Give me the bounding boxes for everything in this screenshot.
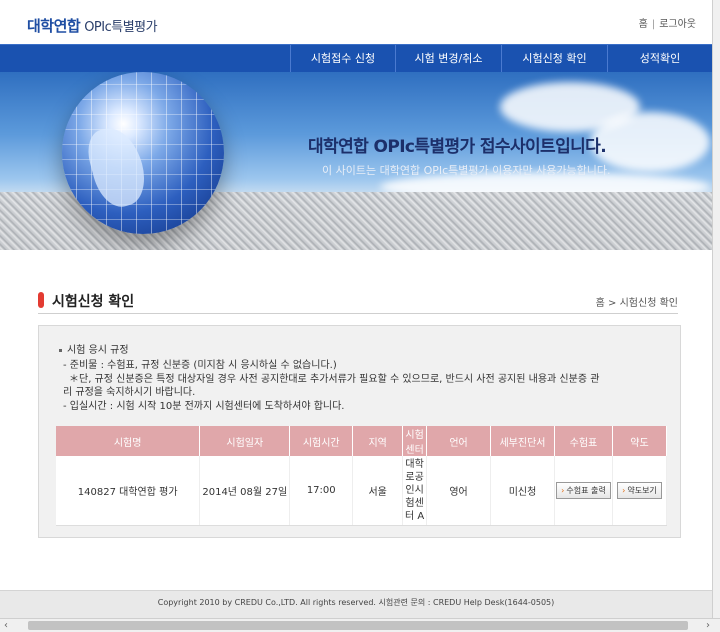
site-logo[interactable]: 대학연합 OPIc특별평가 [27, 15, 158, 36]
col-exam-time: 시험시간 [289, 426, 354, 456]
page: 대학연합 OPIc특별평가 홈 | 로그아웃 시험접수 신청 시험 변경/취소 시험신… [0, 0, 712, 618]
nav-item-confirm[interactable]: 시험신청 확인 [501, 45, 607, 73]
nav-item-apply[interactable]: 시험접수 신청 [290, 45, 395, 73]
print-ticket-button[interactable]: › 수험표 출력 [556, 481, 611, 499]
cell-ticket: › 수험표 출력 [554, 456, 613, 526]
title-marker-icon [38, 292, 44, 308]
col-exam-name: 시험명 [56, 426, 201, 456]
rule-line-1: - 준비물 : 수험표, 규정 신분증 (미지참 시 응시하실 수 없습니다.) [63, 360, 337, 371]
col-ticket: 수험표 [554, 426, 613, 456]
arrow-right-icon: › [622, 485, 626, 495]
col-map: 약도 [612, 426, 668, 456]
cell-exam-date: 2014년 08월 27일 [199, 456, 291, 526]
home-link[interactable]: 홈 [639, 19, 648, 30]
arrow-right-icon: › [561, 485, 565, 495]
globe-image [62, 72, 224, 234]
print-ticket-label: 수험표 출력 [566, 485, 606, 495]
rule-line-4: - 입실시간 : 시험 시작 10분 전까지 시험센터에 도착하셔야 합니다. [63, 401, 345, 412]
nav-item-change-cancel[interactable]: 시험 변경/취소 [395, 45, 501, 73]
cell-region: 서울 [352, 456, 404, 526]
top-header: 대학연합 OPIc특별평가 홈 | 로그아웃 [0, 0, 712, 44]
nav-menu: 시험접수 신청 시험 변경/취소 시험신청 확인 성적확인 [290, 45, 712, 73]
footer: Copyright 2010 by CREDU Co.,LTD. All rig… [0, 590, 712, 618]
logo-main: 대학연합 [27, 17, 81, 35]
cell-map: › 약도보기 [612, 456, 668, 526]
cell-language: 영어 [426, 456, 492, 526]
page-title-row: 시험신청 확인 홈 > 시험신청 확인 [38, 288, 678, 314]
col-diagnosis: 세부진단서 [490, 426, 555, 456]
globe-grid [62, 72, 224, 234]
view-map-button[interactable]: › 약도보기 [617, 481, 662, 499]
col-center: 시험센터 [402, 426, 428, 456]
exam-table: 시험명 시험일자 시험시간 지역 시험센터 언어 세부진단서 수험표 약도 14… [56, 426, 668, 526]
table-header-row: 시험명 시험일자 시험시간 지역 시험센터 언어 세부진단서 수험표 약도 [56, 426, 668, 456]
breadcrumb: 홈 > 시험신청 확인 [595, 298, 678, 309]
cell-exam-name: 140827 대학연합 평가 [56, 456, 201, 526]
col-exam-date: 시험일자 [199, 426, 291, 456]
rule-line-2: ＊단, 규정 신분증은 특정 대상자일 경우 사전 공지한대로 추가서류가 필요… [69, 374, 600, 385]
vertical-scrollbar[interactable] [712, 0, 720, 618]
cell-center: 대학로공인시험센터 A [402, 456, 428, 526]
page-title: 시험신청 확인 [52, 294, 135, 310]
scroll-left-icon[interactable]: ‹ [4, 619, 8, 632]
rule-line-3: 리 규정을 숙지하시기 바랍니다. [63, 387, 196, 398]
hero-banner: 대학연합 OPIc특별평가 접수사이트입니다. 이 사이트는 대학연합 OPIc… [0, 72, 712, 250]
bullet-icon [59, 348, 62, 352]
horizontal-scrollbar[interactable]: ‹ › [0, 618, 720, 632]
col-language: 언어 [426, 426, 492, 456]
banner-headline: 대학연합 OPIc특별평가 접수사이트입니다. [308, 137, 607, 157]
logo-sub: OPIc특별평가 [84, 20, 158, 35]
table-row: 140827 대학연합 평가 2014년 08월 27일 17:00 서울 대학… [56, 456, 668, 526]
utility-links: 홈 | 로그아웃 [639, 15, 696, 30]
scroll-thumb[interactable] [28, 621, 688, 630]
rules-heading-text: 시험 응시 규정 [67, 345, 129, 356]
scroll-right-icon[interactable]: › [706, 619, 710, 632]
logout-link[interactable]: 로그아웃 [659, 19, 696, 30]
view-map-label: 약도보기 [627, 485, 657, 495]
cell-exam-time: 17:00 [289, 456, 354, 526]
main-nav: 시험접수 신청 시험 변경/취소 시험신청 확인 성적확인 [0, 44, 712, 73]
util-separator: | [651, 19, 656, 30]
banner-subline: 이 사이트는 대학연합 OPIc특별평가 이용자만 사용가능합니다. [322, 164, 611, 177]
cell-diagnosis: 미신청 [490, 456, 555, 526]
col-region: 지역 [352, 426, 404, 456]
exam-info-box: 시험 응시 규정 - 준비물 : 수험표, 규정 신분증 (미지참 시 응시하실… [38, 325, 681, 538]
rules-heading: 시험 응시 규정 [59, 341, 129, 356]
nav-item-score[interactable]: 성적확인 [607, 45, 712, 73]
